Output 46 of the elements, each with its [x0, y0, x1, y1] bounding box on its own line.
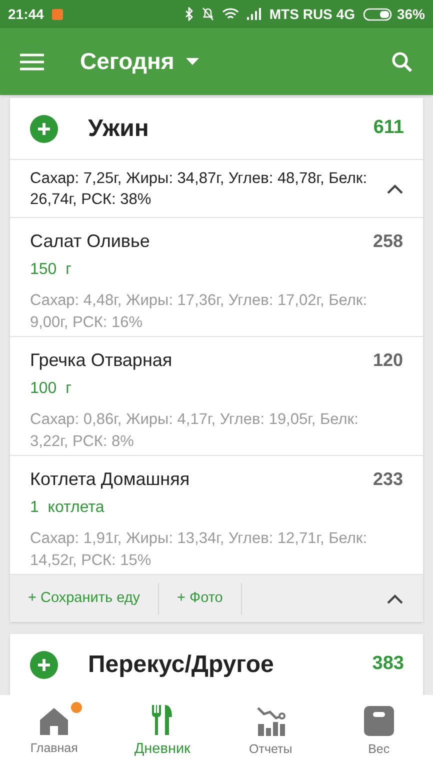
carrier-name: MTS RUS 4G [269, 4, 355, 24]
meal-summary: Сахар: 7,25г, Жиры: 34,87г, Углев: 48,78г, Белк: 26,74г, РСК: 38% [30, 168, 368, 210]
signal-icon [247, 8, 262, 20]
bluetooth-icon [185, 7, 194, 21]
food-amount: 1 котлета [30, 498, 106, 518]
nav-tab[interactable]: Главная [0, 695, 108, 770]
food-nutrition: Сахар: 0,86г, Жиры: 4,17г, Углев: 19,05г, Белк: 3,22г, РСК: 8% [30, 410, 360, 452]
meal-title: Перекус/Другое [88, 650, 275, 680]
date-dropdown[interactable]: Сегодня [80, 44, 200, 79]
chart-icon [256, 706, 286, 736]
status-time: 21:44 [8, 4, 44, 24]
nav-tab[interactable]: Отчеты [216, 695, 325, 770]
wifi-icon [222, 8, 240, 20]
food-amount: 100 г [30, 379, 72, 399]
collapse-icon[interactable] [387, 594, 403, 604]
home-icon [39, 707, 70, 736]
food-nutrition: Сахар: 1,91г, Жиры: 13,34г, Углев: 12,71г, Белк: 14,52г, РСК: 15% [30, 529, 368, 571]
food-amount: 150 г [30, 260, 72, 280]
food-entry[interactable]: Гречка Отварная 120 100 г Сахар: 0,86г, Жиры: 4,17г, Углев: 19,05г, Белк: 3,22г, РСК: 8% [10, 337, 423, 456]
battery-icon [362, 8, 393, 20]
meal-calories: 383 [372, 652, 404, 676]
photo-button[interactable]: + Фото [159, 582, 242, 614]
food-calories: 258 [372, 230, 403, 253]
meal-calories: 611 [373, 116, 404, 140]
notification-icon [52, 8, 63, 20]
nav-tab[interactable]: Дневник [108, 695, 216, 770]
save-food-button[interactable]: + Сохранить еду [10, 582, 160, 614]
food-calories: 120 [372, 349, 403, 372]
add-food-button[interactable] [30, 650, 58, 678]
food-name: Котлета Домашняя [30, 468, 191, 491]
fork-knife-icon [151, 704, 174, 735]
add-food-button[interactable] [30, 114, 58, 142]
menu-icon[interactable] [20, 52, 44, 70]
food-calories: 233 [372, 468, 403, 491]
scale-icon [364, 706, 394, 736]
search-icon[interactable] [391, 50, 413, 72]
bell-off-icon [202, 7, 214, 21]
food-entry[interactable]: Салат Оливье 258 150 г Сахар: 4,48г, Жиры: 17,36г, Углев: 17,02г, Белк: 9,00г, РСК: 16% [10, 218, 423, 337]
meal-title: Ужин [88, 114, 150, 144]
food-name: Гречка Отварная [30, 349, 174, 372]
battery-level: 36% [396, 4, 425, 24]
collapse-icon[interactable] [387, 184, 403, 194]
food-name: Салат Оливье [30, 230, 151, 253]
caret-icon [186, 58, 200, 65]
nav-tab[interactable]: Вес [324, 695, 433, 770]
food-nutrition: Сахар: 4,48г, Жиры: 17,36г, Углев: 17,02г, Белк: 9,00г, РСК: 16% [30, 291, 368, 333]
